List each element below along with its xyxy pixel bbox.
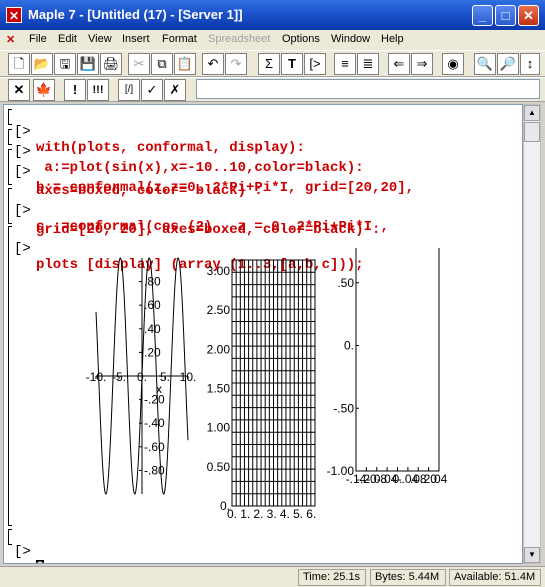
input-line-6[interactable]: grid=[20, 20], axes=boxed, color=black) … bbox=[4, 206, 522, 238]
insert-prompt-icon[interactable]: [> bbox=[304, 53, 326, 75]
copy-icon[interactable]: ⧉ bbox=[151, 53, 173, 75]
menu-spreadsheet: Spreadsheet bbox=[208, 33, 271, 45]
input-line-2[interactable]: [> a:=plot(sin(x),x=-10..10,color=black)… bbox=[4, 128, 522, 176]
plot-a-xlabel: x bbox=[156, 382, 162, 396]
command-input[interactable] bbox=[196, 79, 540, 99]
plot-c-ytick-label: 0. bbox=[344, 339, 354, 353]
plot-a-xtick-label: 0. bbox=[137, 370, 147, 384]
input-line-7[interactable]: [> plots [display] (array (1..3,[a,b,c])… bbox=[4, 225, 522, 273]
plot-c-xtick-label: .04 bbox=[431, 472, 448, 486]
document-icon[interactable]: ✕ bbox=[6, 33, 15, 46]
redo-icon[interactable]: ↷ bbox=[225, 53, 247, 75]
check-icon[interactable]: ✓ bbox=[141, 79, 163, 101]
print-icon[interactable]: 🖨 bbox=[100, 53, 122, 75]
sum-icon[interactable]: Σ bbox=[258, 53, 280, 75]
plot-a-ytick-label: .60 bbox=[144, 298, 161, 312]
plot-a-xtick-label: -5. bbox=[112, 370, 126, 384]
plot-a-xtick-label: 10. bbox=[180, 370, 197, 384]
plot-b-xtick-label: 0. bbox=[227, 507, 237, 521]
x-icon[interactable]: ✗ bbox=[164, 79, 186, 101]
plot-b-xtick-label: 2. bbox=[253, 507, 263, 521]
bracket-icon[interactable]: [/] bbox=[118, 79, 140, 101]
plot-b-ytick-label: 2.50 bbox=[207, 303, 231, 317]
status-bar: Time: 25.1s Bytes: 5.44M Available: 51.4… bbox=[0, 566, 545, 587]
new-icon[interactable]: 🗋 bbox=[8, 53, 30, 75]
menu-options[interactable]: Options bbox=[282, 33, 320, 45]
status-bytes: Bytes: 5.44M bbox=[370, 569, 446, 586]
close-x-icon[interactable]: ✕ bbox=[8, 79, 30, 101]
menu-help[interactable]: Help bbox=[381, 33, 404, 45]
plot-b-xtick-label: 3. bbox=[267, 507, 277, 521]
status-time: Time: 25.1s bbox=[298, 569, 366, 586]
exclaim-icon[interactable]: ! bbox=[64, 79, 86, 101]
execute-all-icon[interactable]: !!! bbox=[87, 79, 109, 101]
plot-b-xtick-label: 5. bbox=[293, 507, 303, 521]
close-button[interactable]: ✕ bbox=[518, 5, 539, 26]
window-title: Maple 7 - [Untitled (17) - [Server 1]] bbox=[28, 7, 243, 22]
plot-b-xtick-label: 6. bbox=[306, 507, 316, 521]
plot-c-ytick-label: -.50 bbox=[333, 401, 354, 415]
menu-file[interactable]: File bbox=[29, 33, 47, 45]
outdent-icon[interactable]: ≣ bbox=[357, 53, 379, 75]
plot-c-ytick-label: .50 bbox=[337, 276, 354, 290]
plot-a-ytick-label: -.40 bbox=[144, 416, 165, 430]
scroll-down-icon[interactable]: ▼ bbox=[524, 547, 540, 563]
scroll-thumb[interactable] bbox=[524, 122, 540, 142]
main-toolbar: 🗋 📂 🖫 💾 🖨 ✂ ⧉ 📋 ↶ ↷ Σ T [> ≡ ≣ ⇐ ⇒ ◉ 🔍 🔎… bbox=[0, 50, 545, 77]
menu-window[interactable]: Window bbox=[331, 33, 370, 45]
undo-icon[interactable]: ↶ bbox=[202, 53, 224, 75]
text-icon[interactable]: T bbox=[281, 53, 303, 75]
plot-a-ytick-label: .20 bbox=[144, 345, 161, 359]
paste-icon[interactable]: 📋 bbox=[174, 53, 196, 75]
zoom-out-icon[interactable]: 🔎 bbox=[497, 53, 519, 75]
plot-a-ytick-label: .80 bbox=[144, 275, 161, 289]
plot-a-ytick-label: -.80 bbox=[144, 463, 165, 477]
menu-bar: ✕ File Edit View Insert Format Spreadshe… bbox=[0, 30, 545, 76]
input-line-3[interactable]: [> b:= conformal(z,z=0..2*Pi+Pi*I, grid=… bbox=[4, 148, 522, 196]
plot-b-ytick-label: 2.00 bbox=[207, 342, 231, 356]
input-line-8[interactable]: [> ? bbox=[4, 528, 522, 563]
plot-b-ytick-label: 3.00 bbox=[207, 264, 231, 278]
plot-b-xtick-label: 1. bbox=[240, 507, 250, 521]
input-line-4[interactable]: axes=boxed, color= black) : bbox=[4, 167, 522, 199]
maple-leaf-icon[interactable]: 🍁 bbox=[33, 79, 55, 101]
prompt-marker: [> bbox=[14, 544, 31, 560]
plot-a-xtick-label: -10. bbox=[86, 370, 107, 384]
status-available: Available: 51.4M bbox=[449, 569, 541, 586]
plot-b-ytick-label: 1.50 bbox=[207, 381, 231, 395]
plot-a-ytick-label: -.60 bbox=[144, 440, 165, 454]
plot-b-ytick-label: 0.50 bbox=[207, 460, 231, 474]
input-line-1[interactable]: [> with(plots, conformal, display): bbox=[4, 108, 522, 156]
indent-icon[interactable]: ≡ bbox=[334, 53, 356, 75]
plot-array: -10. -5. 0. 5. 10..80.60.40.20-.20-.40-.60-.… bbox=[86, 248, 448, 521]
worksheet[interactable]: [> with(plots, conformal, display): [> a… bbox=[3, 104, 523, 564]
input-line-5[interactable]: [> c :=conformal(cos (2) , z = 0..2*Pi+P… bbox=[4, 187, 522, 235]
zoom-in-icon[interactable]: 🔍 bbox=[474, 53, 496, 75]
resize-icon[interactable]: ↕ bbox=[520, 53, 540, 75]
minimize-button[interactable]: _ bbox=[472, 5, 493, 26]
title-bar: ✕ Maple 7 - [Untitled (17) - [Server 1]]… bbox=[0, 0, 545, 30]
stop-icon[interactable]: ◉ bbox=[442, 53, 464, 75]
back-icon[interactable]: ⇐ bbox=[388, 53, 410, 75]
menu-format[interactable]: Format bbox=[162, 33, 197, 45]
menu-view[interactable]: View bbox=[88, 33, 112, 45]
maple-app-icon[interactable]: ✕ bbox=[6, 7, 22, 23]
menu-insert[interactable]: Insert bbox=[122, 33, 150, 45]
plot-b-xtick-label: 4. bbox=[280, 507, 290, 521]
plot-c-frame bbox=[355, 248, 440, 472]
scroll-up-icon[interactable]: ▲ bbox=[524, 105, 540, 121]
plot-a-ytick-label: .40 bbox=[144, 322, 161, 336]
plot-b-ytick-label: 1.00 bbox=[207, 421, 231, 435]
cut-icon[interactable]: ✂ bbox=[128, 53, 150, 75]
menu-edit[interactable]: Edit bbox=[58, 33, 77, 45]
forward-icon[interactable]: ⇒ bbox=[411, 53, 433, 75]
maximize-button[interactable]: □ bbox=[495, 5, 516, 26]
save-all-icon[interactable]: 🖫 bbox=[54, 53, 76, 75]
save-icon[interactable]: 💾 bbox=[77, 53, 99, 75]
vertical-scrollbar[interactable]: ▲ ▼ bbox=[523, 104, 541, 564]
open-icon[interactable]: 📂 bbox=[31, 53, 53, 75]
text-cursor: ? bbox=[36, 560, 44, 563]
